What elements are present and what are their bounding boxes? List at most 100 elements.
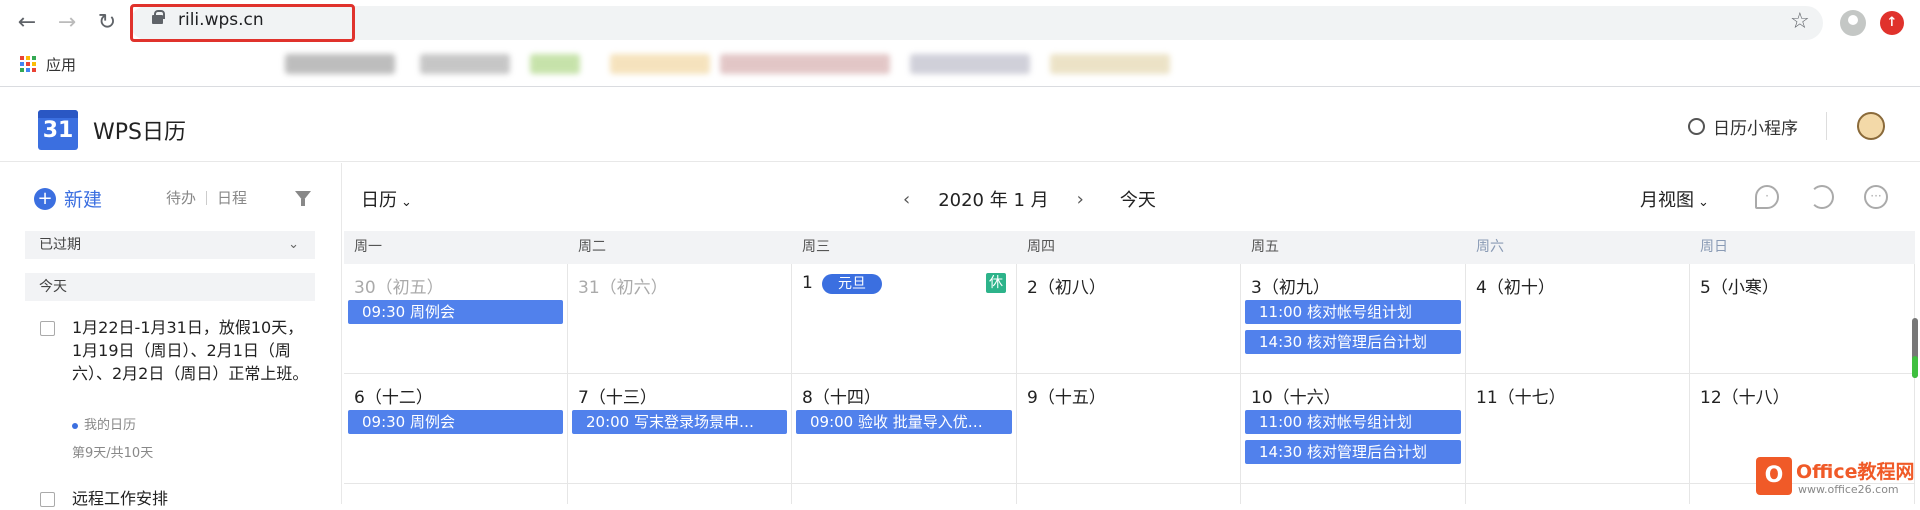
extension-icon[interactable]: ↑ <box>1880 11 1904 35</box>
day-cell[interactable]: 6（十二） 09:30 周例会 <box>344 374 568 484</box>
scrollbar-indicator <box>1912 356 1918 378</box>
bookmark-apps-label[interactable]: 应用 <box>46 54 76 75</box>
event-chip[interactable]: 09:00 验收 批量导入优… <box>796 410 1012 434</box>
day-cell[interactable]: 30（初五） 09:30 周例会 <box>344 264 568 374</box>
refresh-icon[interactable] <box>1810 185 1834 209</box>
chevron-down-icon: ⌄ <box>1698 195 1709 210</box>
blurred-bookmark[interactable] <box>720 54 890 74</box>
watermark-url: www.office26.com <box>1798 483 1899 496</box>
view-selector-label: 月视图 <box>1640 190 1694 211</box>
event-chip[interactable]: 14:30 核对管理后台计划 <box>1245 330 1461 354</box>
event-chip[interactable]: 14:30 核对管理后台计划 <box>1245 440 1461 464</box>
day-cell[interactable] <box>1017 484 1241 504</box>
day-cell[interactable]: 10（十六） 11:00 核对帐号组计划 14:30 核对管理后台计划 <box>1241 374 1466 484</box>
todo-item-text[interactable]: 1月22日-1月31日，放假10天，1月19日（周日）、2月1日（周六）、2月2… <box>72 316 312 385</box>
calendar-main: 日历 ⌄ ‹ 2020 年 1 月 › 今天 月视图 ⌄ · ··· 周一 周二 周… <box>343 163 1920 504</box>
filter-tabs: 待办 日程 <box>166 187 247 208</box>
event-chip[interactable]: 09:30 周例会 <box>348 410 563 434</box>
tab-schedule[interactable]: 日程 <box>217 187 247 208</box>
new-button[interactable]: + 新建 <box>34 185 102 212</box>
office-logo-icon: O <box>1756 457 1792 495</box>
day-cell[interactable] <box>568 484 792 504</box>
day-cell[interactable]: 7（十三） 20:00 写末登录场景申… <box>568 374 792 484</box>
filter-icon[interactable] <box>295 191 311 206</box>
location-pin-icon[interactable]: · <box>1755 185 1779 209</box>
blurred-bookmark[interactable] <box>420 54 510 74</box>
url-text[interactable]: rili.wps.cn <box>178 10 264 30</box>
tab-todo[interactable]: 待办 <box>166 187 196 208</box>
day-number: 9（十五） <box>1027 388 1106 408</box>
prev-month-icon[interactable]: ‹ <box>903 189 910 210</box>
section-overdue-label: 已过期 <box>39 237 81 253</box>
day-cell[interactable] <box>792 484 1017 504</box>
blurred-bookmark[interactable] <box>610 54 710 74</box>
weekday-label: 周五 <box>1251 239 1279 255</box>
day-number: 11（十七） <box>1476 388 1566 408</box>
weekday-label: 周六 <box>1476 239 1504 255</box>
browser-chrome: ← → ↻ rili.wps.cn ☆ ↑ 应用 <box>0 0 1920 87</box>
day-number: 30（初五） <box>354 278 444 298</box>
sidebar: + 新建 待办 日程 已过期 ⌄ 今天 1月22日-1月31日，放假10天，1月… <box>0 163 342 508</box>
calendar-dropdown[interactable]: 日历 ⌄ <box>361 186 412 212</box>
day-cell[interactable]: 3（初九） 11:00 核对帐号组计划 14:30 核对管理后台计划 <box>1241 264 1466 374</box>
weekday-label: 周日 <box>1700 239 1728 255</box>
day-cell[interactable]: 8（十四） 09:00 验收 批量导入优… <box>792 374 1017 484</box>
user-avatar[interactable] <box>1857 112 1885 140</box>
day-cell[interactable]: 1 元旦 休 <box>792 264 1017 374</box>
next-month-icon[interactable]: › <box>1077 189 1084 210</box>
todo-checkbox[interactable] <box>40 492 55 507</box>
apps-grid-icon[interactable] <box>20 56 36 72</box>
month-label: 2020 年 1 月 <box>938 190 1049 211</box>
day-number: 7（十三） <box>578 388 657 408</box>
reload-icon[interactable]: ↻ <box>94 10 120 36</box>
app-header: 31 WPS日历 日历小程序 <box>0 88 1920 162</box>
blurred-bookmark[interactable] <box>910 54 1030 74</box>
event-chip[interactable]: 09:30 周例会 <box>348 300 563 324</box>
day-cell[interactable] <box>1466 484 1690 504</box>
weekday-label: 周一 <box>354 239 382 255</box>
day-number: 2（初八） <box>1027 278 1106 298</box>
todo-checkbox[interactable] <box>40 321 55 336</box>
forward-arrow-icon[interactable]: → <box>54 10 80 36</box>
address-bar[interactable] <box>130 6 1823 40</box>
day-cell[interactable]: 31（初六） <box>568 264 792 374</box>
header-divider <box>1826 112 1827 140</box>
event-chip[interactable]: 11:00 核对帐号组计划 <box>1245 410 1461 434</box>
mini-program-link[interactable]: 日历小程序 <box>1688 114 1798 139</box>
todo-item-text[interactable]: 远程工作安排 <box>72 487 312 510</box>
blurred-bookmark[interactable] <box>530 54 580 74</box>
blurred-bookmark[interactable] <box>1050 54 1170 74</box>
day-cell[interactable]: 4（初十） <box>1466 264 1690 374</box>
day-cell[interactable]: 11（十七） <box>1466 374 1690 484</box>
day-number: 8（十四） <box>802 388 881 408</box>
event-chip[interactable]: 11:00 核对帐号组计划 <box>1245 300 1461 324</box>
day-cell[interactable]: 9（十五） <box>1017 374 1241 484</box>
section-today[interactable]: 今天 <box>25 273 315 301</box>
day-cell[interactable]: 5（小寒） <box>1690 264 1915 374</box>
day-cell[interactable]: 2（初八） <box>1017 264 1241 374</box>
day-number: 3（初九） <box>1251 278 1330 298</box>
day-cell[interactable] <box>1241 484 1466 504</box>
more-icon[interactable]: ··· <box>1864 185 1888 209</box>
month-navigation: ‹ 2020 年 1 月 › 今天 <box>903 186 1156 212</box>
today-button[interactable]: 今天 <box>1120 186 1156 212</box>
app-title: WPS日历 <box>93 120 186 145</box>
day-number: 1 <box>802 273 813 293</box>
day-number: 4（初十） <box>1476 278 1555 298</box>
star-bookmark-icon[interactable]: ☆ <box>1790 9 1810 34</box>
section-overdue[interactable]: 已过期 ⌄ <box>25 231 315 259</box>
blurred-bookmark[interactable] <box>285 54 395 74</box>
mini-program-label: 日历小程序 <box>1713 119 1798 139</box>
day-number: 12（十八） <box>1700 388 1790 408</box>
day-cell[interactable] <box>344 484 568 504</box>
day-number: 31（初六） <box>578 278 668 298</box>
calendar-dot-icon <box>72 422 78 429</box>
plus-icon: + <box>34 187 56 210</box>
view-selector[interactable]: 月视图 ⌄ <box>1640 186 1709 212</box>
tab-separator <box>206 190 208 205</box>
lock-icon[interactable] <box>152 10 165 24</box>
back-arrow-icon[interactable]: ← <box>14 10 40 36</box>
mini-program-icon <box>1688 118 1705 135</box>
event-chip[interactable]: 20:00 写末登录场景申… <box>572 410 787 434</box>
profile-avatar-icon[interactable] <box>1840 10 1866 36</box>
